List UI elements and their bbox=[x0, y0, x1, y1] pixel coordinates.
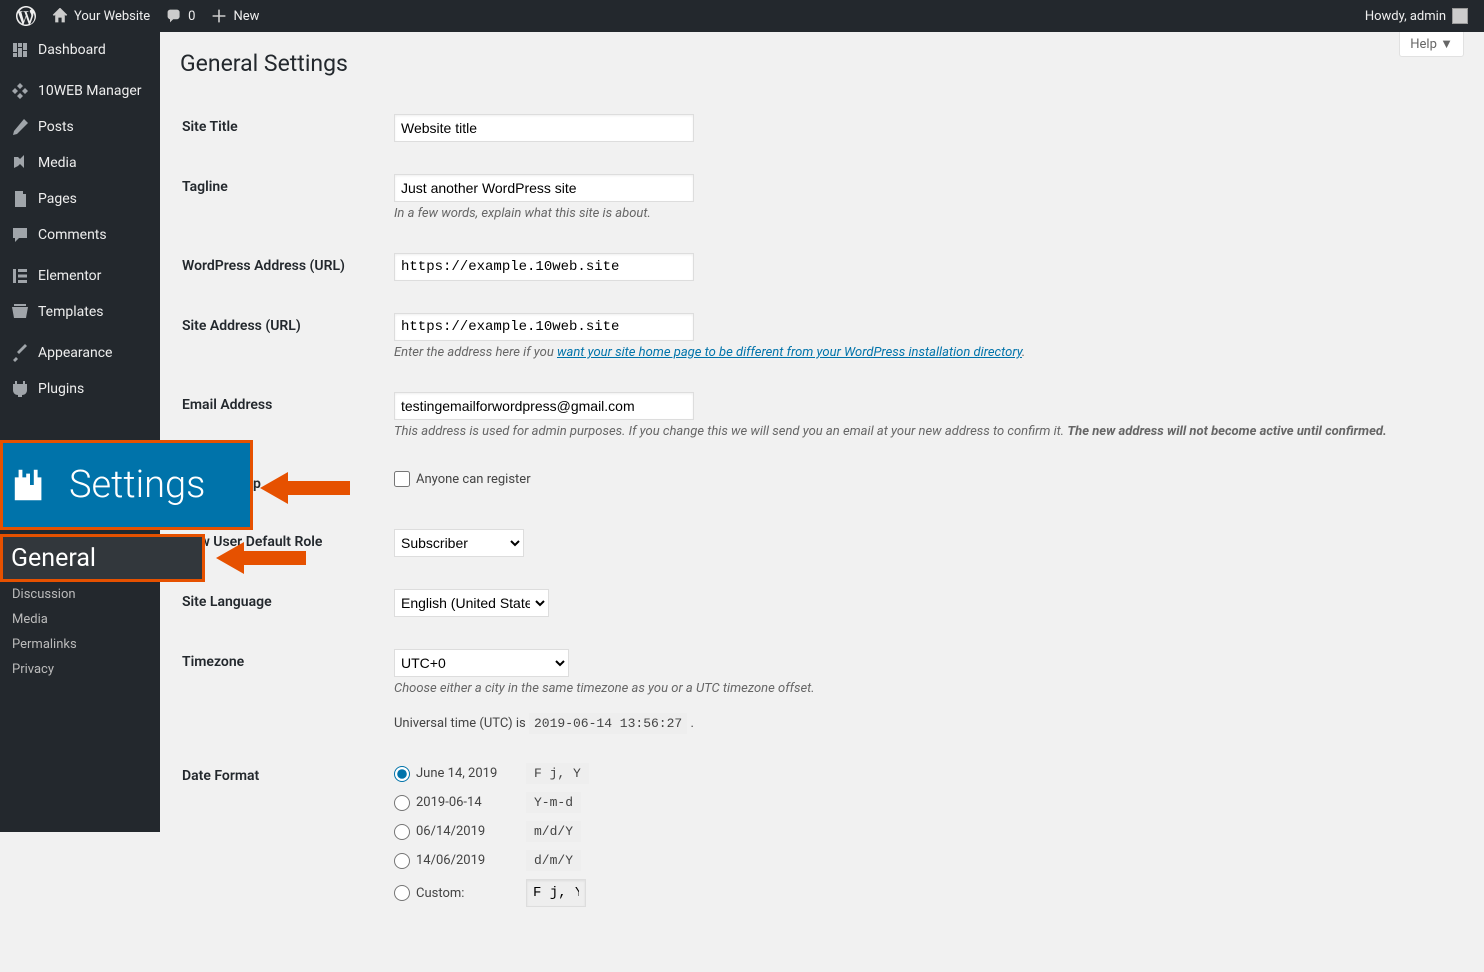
input-date-format-custom[interactable] bbox=[526, 879, 586, 907]
label-site-title: Site Title bbox=[182, 99, 382, 157]
sidebar-subitem-permalinks[interactable]: Permalinks bbox=[0, 632, 160, 657]
checkbox-membership[interactable] bbox=[394, 471, 410, 487]
page-title: General Settings bbox=[180, 50, 1464, 77]
input-wp-url[interactable] bbox=[394, 253, 694, 281]
desc-site-url: Enter the address here if you want your … bbox=[394, 345, 1452, 360]
sidebar-item-pages[interactable]: Pages bbox=[0, 181, 160, 217]
date-format-display-0: June 14, 2019 bbox=[416, 766, 497, 781]
main-content: Help ▼ Settings General General Settings… bbox=[160, 32, 1484, 972]
input-site-title[interactable] bbox=[394, 114, 694, 142]
input-tagline[interactable] bbox=[394, 174, 694, 202]
sidebar-item-plugins[interactable]: Plugins bbox=[0, 371, 160, 407]
input-site-url[interactable] bbox=[394, 313, 694, 341]
sidebar-item-comments[interactable]: Comments bbox=[0, 217, 160, 253]
appearance-icon bbox=[10, 343, 30, 363]
plugins-icon bbox=[10, 379, 30, 399]
tenweb-icon bbox=[10, 81, 30, 101]
label-tagline: Tagline bbox=[182, 159, 382, 236]
wp-logo[interactable] bbox=[8, 0, 44, 32]
howdy-text: Howdy, admin bbox=[1365, 9, 1446, 24]
comments-count: 0 bbox=[188, 9, 195, 24]
elementor-icon bbox=[10, 266, 30, 286]
wordpress-icon bbox=[16, 6, 36, 26]
comment-icon bbox=[166, 8, 182, 24]
select-role[interactable]: Subscriber bbox=[394, 529, 524, 557]
callout-settings: Settings bbox=[0, 440, 253, 530]
comments-link[interactable]: 0 bbox=[158, 0, 203, 32]
settings-icon bbox=[11, 466, 49, 504]
templates-icon bbox=[10, 302, 30, 322]
plus-icon bbox=[211, 8, 227, 24]
date-format-custom-label: Custom: bbox=[416, 886, 464, 901]
select-lang[interactable]: English (United States) bbox=[394, 589, 549, 617]
dashboard-icon bbox=[10, 40, 30, 60]
sidebar-item-10web[interactable]: 10WEB Manager bbox=[0, 73, 160, 109]
select-tz[interactable]: UTC+0 bbox=[394, 649, 569, 677]
link-site-url-doc[interactable]: want your site home page to be different… bbox=[557, 345, 1022, 360]
new-content-link[interactable]: New bbox=[203, 0, 267, 32]
radio-date-format-3[interactable] bbox=[394, 853, 410, 869]
sidebar-subitem-privacy[interactable]: Privacy bbox=[0, 657, 160, 682]
label-tz: Timezone bbox=[182, 634, 382, 746]
site-name-link[interactable]: Your Website bbox=[44, 0, 158, 32]
desc-tagline: In a few words, explain what this site i… bbox=[394, 206, 1452, 221]
checkbox-membership-label: Anyone can register bbox=[416, 472, 531, 487]
help-tab[interactable]: Help ▼ bbox=[1399, 32, 1464, 57]
sidebar-subitem-media[interactable]: Media bbox=[0, 607, 160, 632]
home-icon bbox=[52, 8, 68, 24]
label-wp-url: WordPress Address (URL) bbox=[182, 238, 382, 296]
radio-date-format-0[interactable] bbox=[394, 766, 410, 782]
radio-date-format-custom[interactable] bbox=[394, 885, 410, 901]
date-format-code-1: Y-m-d bbox=[526, 792, 581, 813]
sidebar-item-appearance[interactable]: Appearance bbox=[0, 335, 160, 371]
radio-date-format-1[interactable] bbox=[394, 795, 410, 811]
arrow-to-settings bbox=[260, 468, 350, 508]
media-icon bbox=[10, 153, 30, 173]
date-format-code-3: d/m/Y bbox=[526, 850, 581, 871]
sidebar-item-media[interactable]: Media bbox=[0, 145, 160, 181]
arrow-to-general bbox=[216, 538, 306, 578]
admin-sidebar: Dashboard 10WEB Manager Posts Media Page… bbox=[0, 32, 160, 832]
label-site-url: Site Address (URL) bbox=[182, 298, 382, 375]
comments-icon bbox=[10, 225, 30, 245]
sidebar-item-templates[interactable]: Templates bbox=[0, 294, 160, 330]
new-label: New bbox=[233, 9, 259, 24]
date-format-display-1: 2019-06-14 bbox=[416, 795, 482, 810]
date-format-code-0: F j, Y bbox=[526, 763, 589, 784]
site-name-text: Your Website bbox=[74, 9, 150, 24]
admin-bar: Your Website 0 New Howdy, admin bbox=[0, 0, 1484, 32]
utc-line: Universal time (UTC) is 2019-06-14 13:56… bbox=[394, 716, 1452, 731]
sidebar-item-elementor[interactable]: Elementor bbox=[0, 258, 160, 294]
callout-general: General bbox=[0, 534, 205, 582]
desc-tz: Choose either a city in the same timezon… bbox=[394, 681, 1452, 696]
input-email[interactable] bbox=[394, 392, 694, 420]
sidebar-item-posts[interactable]: Posts bbox=[0, 109, 160, 145]
date-format-display-3: 14/06/2019 bbox=[416, 853, 485, 868]
desc-email: This address is used for admin purposes.… bbox=[394, 424, 1452, 439]
label-lang: Site Language bbox=[182, 574, 382, 632]
sidebar-subitem-discussion[interactable]: Discussion bbox=[0, 582, 160, 607]
posts-icon bbox=[10, 117, 30, 137]
utc-value: 2019-06-14 13:56:27 bbox=[529, 713, 687, 734]
label-date-format: Date Format bbox=[182, 748, 382, 930]
howdy-link[interactable]: Howdy, admin bbox=[1357, 0, 1476, 32]
settings-form: Site Title Tagline In a few words, expla… bbox=[180, 97, 1464, 932]
pages-icon bbox=[10, 189, 30, 209]
sidebar-item-dashboard[interactable]: Dashboard bbox=[0, 32, 160, 68]
user-avatar-icon bbox=[1452, 8, 1468, 24]
